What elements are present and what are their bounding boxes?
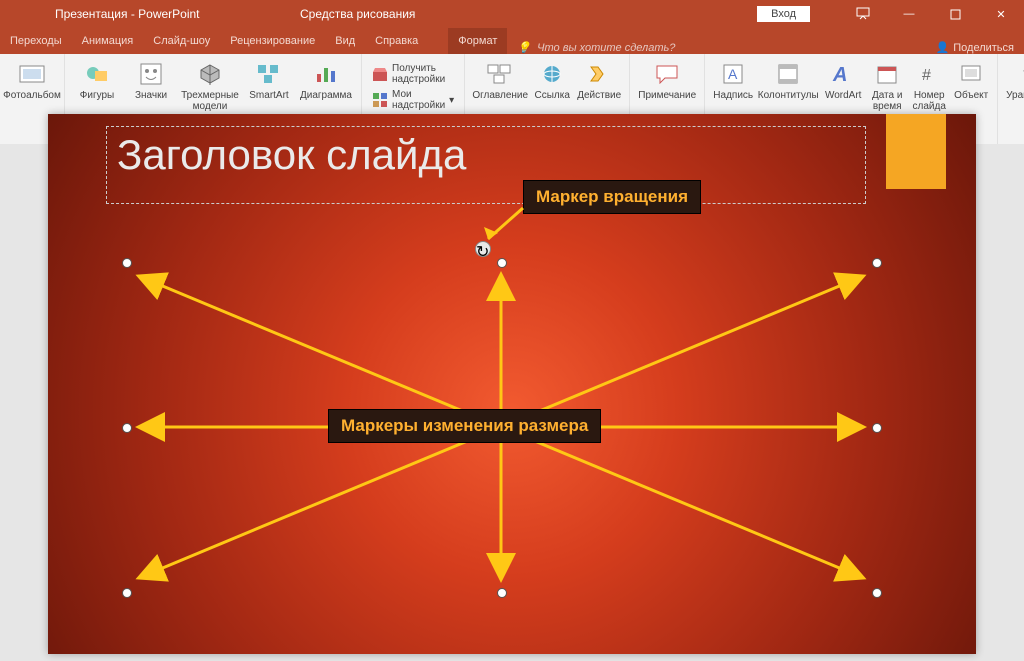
datetime-icon (873, 60, 901, 88)
headerfooter-label: Колонтитулы (758, 90, 819, 101)
svg-text:A: A (728, 66, 738, 82)
comment-icon (653, 60, 681, 88)
shapes-label: Фигуры (80, 90, 114, 101)
textbox-label: Надпись (713, 90, 753, 101)
wordart-icon: A (829, 60, 857, 88)
datetime-button[interactable]: Дата и время (867, 60, 907, 112)
shapes-button[interactable]: Фигуры (71, 60, 123, 101)
rotation-handle[interactable]: ↻ (475, 241, 491, 257)
resize-handle-sw[interactable] (122, 588, 132, 598)
tab-slideshow[interactable]: Слайд-шоу (143, 28, 220, 54)
slide[interactable]: Заголовок слайда Маркер вращения ↻ (48, 114, 976, 654)
login-button[interactable]: Вход (757, 6, 810, 22)
get-addins-label: Получить надстройки (392, 63, 454, 85)
photoalbum-label: Фотоальбом (3, 90, 61, 101)
toc-label: Оглавление (472, 90, 528, 101)
link-icon (538, 60, 566, 88)
link-label: Ссылка (535, 90, 570, 101)
tell-me-placeholder: Что вы хотите сделать? (537, 42, 675, 54)
resize-handle-ne[interactable] (872, 258, 882, 268)
icons-label: Значки (135, 90, 167, 101)
slidenum-button[interactable]: # Номер слайда (909, 60, 949, 112)
wordart-label: WordArt (825, 90, 862, 101)
action-button[interactable]: Действие (575, 60, 623, 101)
smartart-button[interactable]: SmartArt (243, 60, 295, 101)
photoalbum-button[interactable]: Фотоальбом (6, 60, 58, 101)
toc-button[interactable]: Оглавление (471, 60, 529, 101)
chart-button[interactable]: Диаграмма (297, 60, 355, 101)
titlebar: Презентация - PowerPoint Средства рисова… (0, 0, 1024, 28)
icons-button[interactable]: Значки (125, 60, 177, 101)
my-addins-label: Мои надстройки (392, 89, 445, 111)
datetime-label: Дата и время (867, 90, 907, 112)
tell-me-search[interactable]: 💡 Что вы хотите сделать? (507, 41, 685, 54)
addins-icon (372, 92, 388, 108)
slide-title-placeholder[interactable]: Заголовок слайда (106, 126, 866, 204)
shapes-icon (83, 60, 111, 88)
tab-format[interactable]: Формат (448, 28, 507, 54)
chart-icon (312, 60, 340, 88)
document-title: Презентация - PowerPoint (0, 7, 200, 21)
smartart-label: SmartArt (249, 90, 288, 101)
3dmodels-label: Трехмерные модели (179, 90, 241, 112)
slidenum-label: Номер слайда (909, 90, 949, 112)
photoalbum-icon (18, 60, 46, 88)
zoom-icon (486, 60, 514, 88)
textbox-button[interactable]: A Надпись (711, 60, 755, 101)
tab-transitions[interactable]: Переходы (0, 28, 72, 54)
resize-handle-nw[interactable] (122, 258, 132, 268)
chart-label: Диаграмма (300, 90, 352, 101)
slide-accent-bar (886, 114, 946, 189)
tab-animation[interactable]: Анимация (72, 28, 144, 54)
share-icon: 👤 (936, 41, 950, 54)
get-addins-button[interactable]: Получить надстройки (368, 62, 458, 86)
headerfooter-icon (774, 60, 802, 88)
maximize-button[interactable] (932, 0, 978, 28)
equation-label: Уравнение (1006, 90, 1024, 101)
share-button[interactable]: 👤 Поделиться (926, 41, 1024, 54)
resize-handle-w[interactable] (122, 423, 132, 433)
close-button[interactable]: ✕ (978, 0, 1024, 28)
minimize-button[interactable]: — (886, 0, 932, 28)
tab-help[interactable]: Справка (365, 28, 428, 54)
icons-icon (137, 60, 165, 88)
svg-text:#: # (922, 67, 931, 84)
smartart-icon (255, 60, 283, 88)
object-button[interactable]: Объект (951, 60, 991, 101)
resize-handle-n[interactable] (497, 258, 507, 268)
tab-view[interactable]: Вид (325, 28, 365, 54)
resize-handle-se[interactable] (872, 588, 882, 598)
ribbon-tabs: Переходы Анимация Слайд-шоу Рецензирован… (0, 28, 1024, 54)
group-symbols: πУравнение ΩСимвол Символы (998, 54, 1024, 144)
3dmodels-button[interactable]: Трехмерные модели (179, 60, 241, 112)
textbox-icon: A (719, 60, 747, 88)
ribbon-options-button[interactable] (840, 0, 886, 28)
headerfooter-button[interactable]: Колонтитулы (757, 60, 819, 101)
resize-handle-e[interactable] (872, 423, 882, 433)
3dmodels-icon (196, 60, 224, 88)
object-icon (957, 60, 985, 88)
slide-stage: Заголовок слайда Маркер вращения ↻ (0, 144, 1024, 661)
number-icon: # (915, 60, 943, 88)
contextual-tab-label: Средства рисования (300, 7, 415, 21)
comment-label: Примечание (638, 90, 696, 101)
equation-button[interactable]: π Уравнение (1004, 60, 1024, 101)
my-addins-button[interactable]: Мои надстройки ▾ (368, 88, 458, 112)
share-label: Поделиться (953, 42, 1014, 54)
wordart-button[interactable]: A WordArt (821, 60, 865, 101)
lightbulb-icon: 💡 (517, 41, 531, 54)
svg-text:A: A (832, 64, 847, 85)
store-icon (372, 66, 388, 82)
resize-markers-label: Маркеры изменения размера (328, 409, 601, 443)
resize-handle-s[interactable] (497, 588, 507, 598)
object-label: Объект (954, 90, 988, 101)
tab-review[interactable]: Рецензирование (220, 28, 325, 54)
action-label: Действие (577, 90, 621, 101)
action-icon (585, 60, 613, 88)
comment-button[interactable]: Примечание (636, 60, 698, 101)
equation-icon: π (1017, 60, 1024, 88)
link-button[interactable]: Ссылка (531, 60, 573, 101)
rotation-marker-label: Маркер вращения (523, 180, 701, 214)
